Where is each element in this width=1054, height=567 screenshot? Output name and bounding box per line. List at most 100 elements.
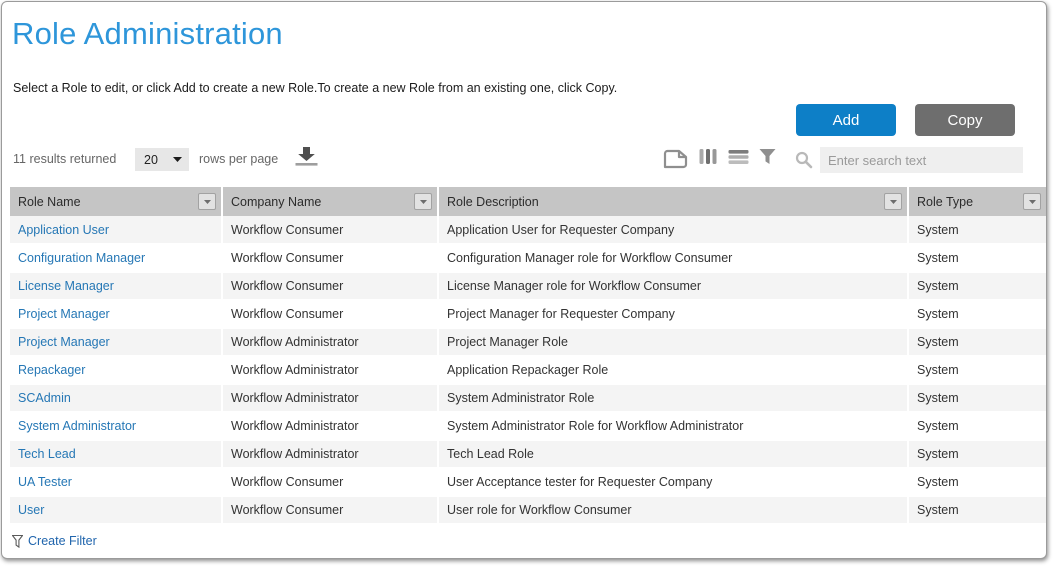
role-type-cell: System — [908, 496, 1046, 524]
column-header-role-name[interactable]: Role Name — [10, 187, 222, 216]
company-name-cell: Workflow Consumer — [222, 300, 438, 328]
add-button[interactable]: Add — [796, 104, 896, 136]
download-icon — [294, 146, 319, 167]
column-dropdown-button[interactable] — [884, 193, 902, 210]
role-type-cell: System — [908, 328, 1046, 356]
role-type-cell: System — [908, 468, 1046, 496]
company-name-cell: Workflow Administrator — [222, 440, 438, 468]
company-name-cell: Workflow Consumer — [222, 216, 438, 244]
role-description-cell: License Manager role for Workflow Consum… — [438, 272, 908, 300]
chevron-down-icon — [204, 200, 211, 204]
role-name-link[interactable]: UA Tester — [18, 475, 72, 489]
role-table-body: Application UserWorkflow ConsumerApplica… — [10, 216, 1046, 524]
role-name-cell: Project Manager — [10, 300, 222, 328]
role-name-link[interactable]: Application User — [18, 223, 109, 237]
card-view-button[interactable] — [663, 149, 688, 169]
search-input[interactable] — [820, 147, 1023, 173]
table-row: Project Manager Workflow AdministratorPro… — [10, 328, 1046, 356]
filter-button[interactable] — [759, 148, 776, 165]
role-name-cell: System Administrator — [10, 412, 222, 440]
filter-icon — [759, 148, 776, 165]
company-name-cell: Workflow Administrator — [222, 356, 438, 384]
company-name-cell: Workflow Administrator — [222, 328, 438, 356]
role-name-link[interactable]: License Manager — [18, 279, 114, 293]
table-row: UserWorkflow ConsumerUser role for Workf… — [10, 496, 1046, 524]
role-name-cell: UA Tester — [10, 468, 222, 496]
role-description-cell: System Administrator Role — [438, 384, 908, 412]
role-description-cell: Application Repackager Role — [438, 356, 908, 384]
column-header-role-type[interactable]: Role Type — [908, 187, 1046, 216]
create-filter-row: Create Filter — [10, 526, 1046, 556]
rows-per-page-label: rows per page — [199, 152, 278, 166]
role-type-cell: System — [908, 244, 1046, 272]
role-type-cell: System — [908, 300, 1046, 328]
role-name-link[interactable]: Repackager — [18, 363, 85, 377]
create-filter-link[interactable]: Create Filter — [28, 534, 97, 548]
company-name-cell: Workflow Consumer — [222, 272, 438, 300]
role-table: Role Name Company Name — [10, 187, 1046, 556]
columns-icon — [699, 148, 718, 165]
role-description-cell: System Administrator Role for Workflow A… — [438, 412, 908, 440]
column-dropdown-button[interactable] — [414, 193, 432, 210]
column-chooser-button[interactable] — [699, 148, 718, 165]
role-name-cell: SCAdmin — [10, 384, 222, 412]
column-label: Role Name — [18, 195, 81, 209]
role-description-cell: User role for Workflow Consumer — [438, 496, 908, 524]
role-name-cell: License Manager — [10, 272, 222, 300]
column-label: Role Type — [917, 195, 973, 209]
role-name-link[interactable]: System Administrator — [18, 419, 136, 433]
company-name-cell: Workflow Consumer — [222, 244, 438, 272]
magnifier-icon — [795, 151, 813, 169]
role-description-cell: Tech Lead Role — [438, 440, 908, 468]
role-name-link[interactable]: Project Manager — [18, 335, 110, 349]
rows-per-page-select[interactable]: 20 — [135, 148, 189, 171]
role-description-cell: Configuration Manager role for Workflow … — [438, 244, 908, 272]
role-name-cell: Project Manager — [10, 328, 222, 356]
page-icon — [663, 149, 688, 169]
table-row: License Manager Workflow ConsumerLicense … — [10, 272, 1046, 300]
table-row: Repackager Workflow AdministratorApplicat… — [10, 356, 1046, 384]
page-description: Select a Role to edit, or click Add to c… — [13, 81, 617, 95]
role-name-link[interactable]: Tech Lead — [18, 447, 76, 461]
role-name-link[interactable]: Project Manager — [18, 307, 110, 321]
table-header-row: Role Name Company Name — [10, 187, 1046, 216]
chevron-down-icon — [420, 200, 427, 204]
table-row: Application User Workflow ConsumerApplica… — [10, 216, 1046, 244]
role-name-link[interactable]: SCAdmin — [18, 391, 71, 405]
column-dropdown-button[interactable] — [1023, 193, 1041, 210]
role-name-cell: Repackager — [10, 356, 222, 384]
column-dropdown-button[interactable] — [198, 193, 216, 210]
page-title: Role Administration — [12, 14, 283, 54]
table-row: UA Tester Workflow ConsumerUser Acceptanc… — [10, 468, 1046, 496]
chevron-down-icon — [1029, 200, 1036, 204]
rows-per-page-value: 20 — [135, 153, 173, 167]
role-description-cell: Project Manager Role — [438, 328, 908, 356]
column-label: Company Name — [231, 195, 321, 209]
role-name-link[interactable]: Configuration Manager — [18, 251, 145, 265]
column-header-company-name[interactable]: Company Name — [222, 187, 438, 216]
role-type-cell: System — [908, 216, 1046, 244]
table-row: Tech Lead Workflow AdministratorTech Lead… — [10, 440, 1046, 468]
role-name-link[interactable]: User — [18, 503, 44, 517]
table-row: System AdministratorWorkflow Administrat… — [10, 412, 1046, 440]
column-header-role-description[interactable]: Role Description — [438, 187, 908, 216]
chevron-down-icon — [890, 200, 897, 204]
role-description-cell: Application User for Requester Company — [438, 216, 908, 244]
role-name-cell: Configuration Manager — [10, 244, 222, 272]
role-name-cell: Application User — [10, 216, 222, 244]
caret-down-icon — [173, 157, 182, 162]
role-name-cell: User — [10, 496, 222, 524]
role-name-cell: Tech Lead — [10, 440, 222, 468]
funnel-icon — [12, 535, 23, 548]
download-button[interactable] — [294, 146, 319, 167]
row-layout-button[interactable] — [728, 149, 749, 165]
company-name-cell: Workflow Administrator — [222, 384, 438, 412]
window: Role Administration Select a Role to edi… — [1, 1, 1047, 559]
rows-icon — [728, 149, 749, 165]
role-description-cell: User Acceptance tester for Requester Com… — [438, 468, 908, 496]
column-label: Role Description — [447, 195, 539, 209]
table-row: Project ManagerWorkflow ConsumerProject … — [10, 300, 1046, 328]
role-type-cell: System — [908, 440, 1046, 468]
copy-button[interactable]: Copy — [915, 104, 1015, 136]
company-name-cell: Workflow Consumer — [222, 468, 438, 496]
